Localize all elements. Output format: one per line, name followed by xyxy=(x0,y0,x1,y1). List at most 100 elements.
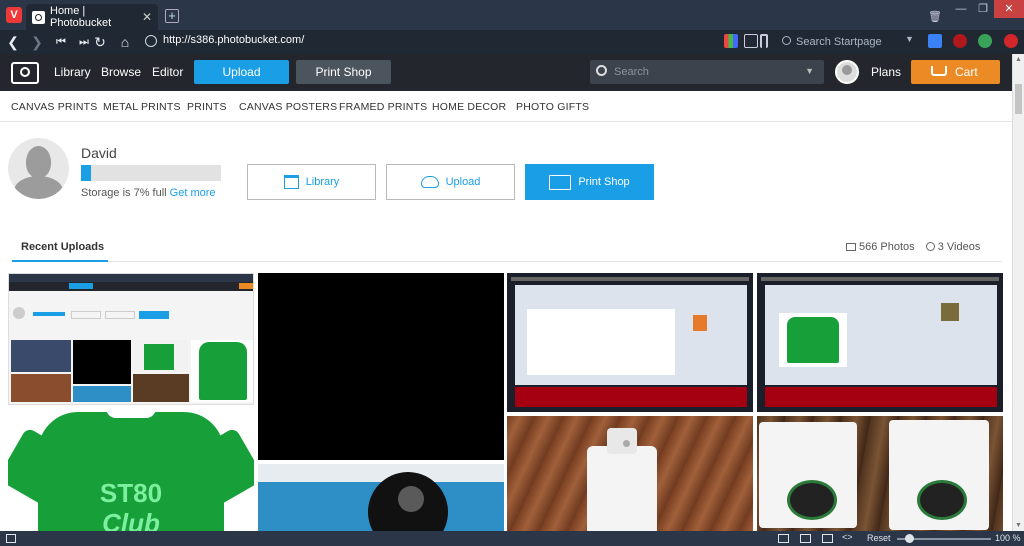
print-shop-quick-button[interactable]: Print Shop xyxy=(525,164,654,200)
photo-thumbnail[interactable] xyxy=(507,416,753,531)
camera-icon[interactable] xyxy=(778,534,789,543)
close-window-icon[interactable]: ✕ xyxy=(994,0,1024,18)
trash-icon[interactable]: 🗑 xyxy=(928,8,942,24)
photo-thumbnail[interactable] xyxy=(757,416,1003,531)
reload-icon[interactable]: ↻ xyxy=(91,33,109,51)
extension-red-icon[interactable] xyxy=(1004,34,1018,48)
zoom-level: 100 % xyxy=(995,533,1021,543)
browser-menu-icon[interactable]: V xyxy=(6,7,22,23)
photo-thumbnail[interactable] xyxy=(258,464,504,531)
browser-status-bar: <> Reset 100 % xyxy=(0,531,1024,546)
tab-divider xyxy=(12,261,1002,262)
translate-icon[interactable] xyxy=(928,34,942,48)
cart-icon xyxy=(931,66,947,76)
reader-view-icon[interactable] xyxy=(744,34,758,48)
url-field[interactable]: http://s386.photobucket.com/ xyxy=(163,34,304,46)
upload-quick-button[interactable]: Upload xyxy=(386,164,515,200)
scroll-up-icon[interactable]: ▲ xyxy=(1015,56,1022,63)
library-icon xyxy=(283,175,299,189)
tab-close-icon[interactable]: ✕ xyxy=(140,10,154,24)
code-icon[interactable]: <> xyxy=(842,532,853,542)
search-icon xyxy=(596,65,607,76)
scrollbar-thumb[interactable] xyxy=(1015,84,1022,114)
image-icon[interactable] xyxy=(822,534,833,543)
video-icon xyxy=(925,242,935,251)
product-subnav: CANVAS PRINTS METAL PRINTS PRINTS CANVAS… xyxy=(0,91,1012,122)
nav-library[interactable]: Library xyxy=(54,65,91,79)
subnav-framed-prints[interactable]: FRAMED PRINTS xyxy=(339,101,427,113)
zoom-reset[interactable]: Reset xyxy=(867,533,891,543)
photobucket-logo-icon[interactable] xyxy=(11,62,39,84)
photos-count[interactable]: 566 Photos xyxy=(859,241,915,253)
bookmark-icon[interactable] xyxy=(760,34,768,48)
search-engine-dropdown-icon[interactable]: ▼ xyxy=(905,34,914,44)
library-button-label: Library xyxy=(305,176,340,188)
get-more-link[interactable]: Get more xyxy=(170,187,216,199)
storage-progress-bar xyxy=(81,165,221,181)
browser-search-field[interactable]: Search Startpage xyxy=(780,33,920,51)
back-icon[interactable]: ❮ xyxy=(4,33,22,51)
site-search: ▼ xyxy=(590,60,824,84)
videos-count[interactable]: 3 Videos xyxy=(938,241,981,253)
search-icon xyxy=(782,36,791,45)
browser-tab-bar: V Home | Photobucket ✕ + 🗑 — ❐ ✕ xyxy=(0,0,1024,30)
photo-thumbnail[interactable] xyxy=(258,273,504,460)
chevron-down-icon[interactable]: ▼ xyxy=(805,66,814,76)
upload-quick-button-label: Upload xyxy=(445,176,481,188)
storage-progress-fill xyxy=(81,165,91,181)
subnav-metal-prints[interactable]: METAL PRINTS xyxy=(103,101,181,113)
page-scrollbar[interactable]: ▲ ▼ xyxy=(1012,54,1024,531)
shirt-print-line1: ST80 xyxy=(99,478,163,508)
browser-tab-active[interactable]: Home | Photobucket ✕ xyxy=(26,4,158,30)
plans-link[interactable]: Plans xyxy=(871,65,901,79)
scroll-down-icon[interactable]: ▼ xyxy=(1015,522,1022,529)
extension-green-icon[interactable] xyxy=(978,34,992,48)
new-tab-icon[interactable]: + xyxy=(165,9,179,23)
subnav-canvas-prints[interactable]: CANVAS PRINTS xyxy=(11,101,97,113)
upload-button[interactable]: Upload xyxy=(194,60,289,84)
extension-icon[interactable] xyxy=(724,34,738,48)
minimize-icon[interactable]: — xyxy=(950,0,972,18)
site-search-input[interactable] xyxy=(614,63,794,81)
photo-thumbnail[interactable] xyxy=(507,273,753,412)
nav-editor[interactable]: Editor xyxy=(152,65,183,79)
tab-active-indicator xyxy=(12,260,108,262)
home-icon[interactable]: ⌂ xyxy=(116,33,134,51)
subnav-home-decor[interactable]: HOME DECOR xyxy=(432,101,506,113)
rewind-icon[interactable]: ⏮ xyxy=(52,33,70,51)
library-button[interactable]: Library xyxy=(247,164,376,200)
photo-thumbnail[interactable] xyxy=(8,273,254,405)
window-icon[interactable] xyxy=(800,534,811,543)
profile-name: David xyxy=(81,145,117,161)
media-counts: 566 Photos 3 Videos xyxy=(846,241,980,253)
zoom-slider-handle[interactable] xyxy=(905,534,914,543)
storage-status: Storage is 7% full Get more xyxy=(81,187,216,199)
print-shop-quick-button-label: Print Shop xyxy=(578,176,630,188)
cloud-upload-icon xyxy=(420,176,439,188)
nav-browse[interactable]: Browse xyxy=(101,65,141,79)
profile-avatar[interactable] xyxy=(8,138,69,199)
browser-search-placeholder: Search Startpage xyxy=(796,36,882,48)
tab-title: Home | Photobucket xyxy=(50,5,112,29)
monitor-icon xyxy=(846,243,856,251)
print-shop-icon xyxy=(549,174,572,190)
storage-status-text: Storage is 7% full xyxy=(81,187,167,199)
maximize-icon[interactable]: ❐ xyxy=(972,0,994,18)
site-header: Library Browse Editor Upload Print Shop … xyxy=(0,54,1012,91)
tab-recent-uploads[interactable]: Recent Uploads xyxy=(21,241,104,253)
cart-button[interactable]: Cart xyxy=(911,60,1000,84)
ublock-icon[interactable] xyxy=(953,34,967,48)
user-avatar[interactable] xyxy=(835,60,859,84)
panel-toggle-icon[interactable] xyxy=(6,534,16,543)
subnav-photo-gifts[interactable]: PHOTO GIFTS xyxy=(516,101,589,113)
print-shop-button[interactable]: Print Shop xyxy=(296,60,391,84)
subnav-prints[interactable]: PRINTS xyxy=(187,101,227,113)
shirt-print-line2: Club xyxy=(102,508,160,531)
site-info-icon[interactable] xyxy=(145,35,157,47)
cart-label: Cart xyxy=(955,65,978,79)
subnav-canvas-posters[interactable]: CANVAS POSTERS xyxy=(239,101,337,113)
forward-icon[interactable]: ❯ xyxy=(28,33,46,51)
photo-thumbnail[interactable] xyxy=(757,273,1003,412)
photobucket-favicon-icon xyxy=(32,10,45,24)
photo-thumbnail[interactable]: ST80 Club xyxy=(8,408,254,531)
